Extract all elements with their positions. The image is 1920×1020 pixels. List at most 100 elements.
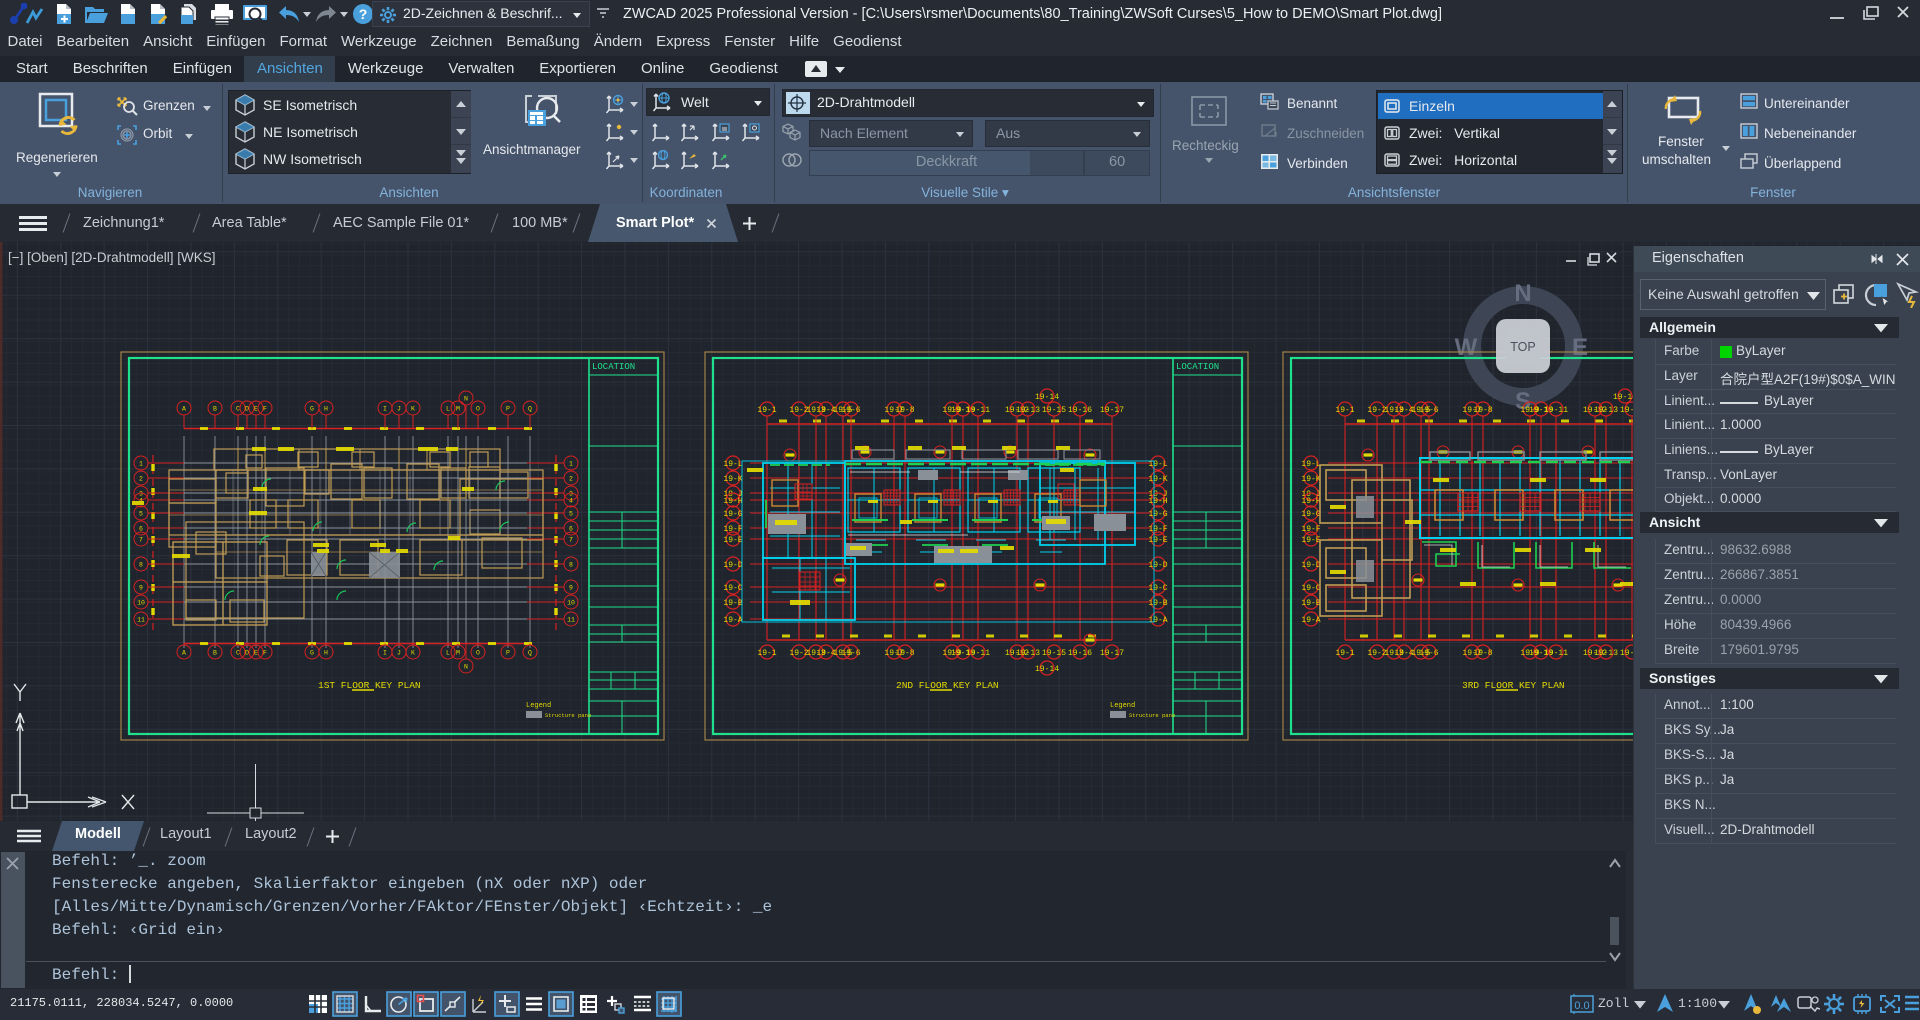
svg-text:19-G: 19-G (723, 510, 742, 519)
svg-text:C: C (236, 649, 240, 656)
svg-text:9: 9 (569, 584, 573, 591)
svg-text:8: 8 (569, 561, 573, 568)
svg-text:G: G (310, 405, 314, 412)
svg-text:19-1: 19-1 (757, 406, 776, 415)
svg-text:19-A: 19-A (1148, 616, 1167, 625)
svg-text:19-17: 19-17 (1100, 406, 1124, 415)
svg-text:LOCATION: LOCATION (592, 362, 635, 372)
svg-text:19-A: 19-A (1301, 616, 1320, 625)
svg-text:H: H (324, 405, 328, 412)
svg-text:Q: Q (528, 405, 532, 412)
svg-text:2: 2 (139, 475, 143, 482)
svg-text:19-G: 19-G (1148, 510, 1167, 519)
svg-text:A: A (182, 649, 186, 656)
svg-text:E: E (254, 405, 258, 412)
svg-text:19-6: 19-6 (841, 406, 860, 415)
svg-text:19-8: 19-8 (895, 406, 914, 415)
svg-text:Legend: Legend (526, 702, 551, 710)
svg-text:19-11: 19-11 (1544, 649, 1568, 658)
svg-text:19-C: 19-C (1301, 584, 1320, 593)
svg-text:K: K (411, 405, 415, 412)
svg-text:O: O (476, 649, 480, 656)
svg-text:11: 11 (567, 616, 575, 623)
svg-text:19-H: 19-H (1301, 497, 1320, 506)
svg-text:F: F (263, 649, 267, 656)
svg-text:19-G: 19-G (1301, 510, 1320, 519)
svg-text:19-8: 19-8 (1473, 649, 1492, 658)
svg-text:LOCATION: LOCATION (1176, 362, 1219, 372)
svg-text:L: L (446, 649, 450, 656)
svg-text:N: N (1514, 280, 1531, 307)
svg-text:7: 7 (139, 536, 143, 543)
svg-text:J: J (397, 405, 401, 412)
svg-text:19-6: 19-6 (1419, 406, 1438, 415)
svg-text:19-L: 19-L (723, 460, 742, 469)
svg-text:D: D (245, 649, 249, 656)
svg-text:19-E: 19-E (1301, 536, 1320, 545)
svg-text:19-D: 19-D (1301, 561, 1320, 570)
svg-text:H: H (324, 649, 328, 656)
svg-text:19-8: 19-8 (1473, 406, 1492, 415)
svg-text:0.0: 0.0 (1574, 1000, 1589, 1012)
svg-text:P: P (506, 649, 510, 656)
svg-text:19-E: 19-E (723, 536, 742, 545)
svg-text:19-8: 19-8 (895, 649, 914, 658)
svg-text:E: E (254, 649, 258, 656)
svg-text:Q: Q (528, 649, 532, 656)
svg-text:9: 9 (139, 584, 143, 591)
svg-text:I: I (383, 649, 387, 656)
svg-text:10: 10 (137, 599, 145, 606)
svg-text:C: C (236, 405, 240, 412)
svg-text:19-B: 19-B (1301, 599, 1320, 608)
svg-text:N: N (464, 663, 468, 670)
svg-text:19-11: 19-11 (966, 406, 990, 415)
svg-text:19-17: 19-17 (1100, 649, 1124, 658)
svg-text:8: 8 (139, 561, 143, 568)
svg-text:19-E: 19-E (1148, 536, 1167, 545)
svg-text:19-H: 19-H (1148, 497, 1167, 506)
svg-text:19-6: 19-6 (1419, 649, 1438, 658)
svg-text:Legend: Legend (1110, 702, 1135, 710)
svg-text:19-13: 19-13 (1594, 406, 1618, 415)
svg-text:A: A (182, 405, 186, 412)
svg-text:1: 1 (569, 460, 573, 467)
svg-text:Structure pane: Structure pane (545, 712, 591, 719)
svg-text:19-B: 19-B (1148, 599, 1167, 608)
svg-text:N: N (464, 395, 468, 402)
svg-text:D: D (245, 405, 249, 412)
svg-text:19-1: 19-1 (1335, 649, 1354, 658)
svg-text:[−] [Oben] [2D-Drahtmodell] [W: [−] [Oben] [2D-Drahtmodell] [WKS] (8, 250, 215, 265)
svg-text:19-11: 19-11 (1544, 406, 1568, 415)
svg-text:M: M (456, 405, 460, 412)
svg-text:1: 1 (139, 460, 143, 467)
svg-text:19-D: 19-D (1148, 561, 1167, 570)
svg-text:19-13: 19-13 (1016, 406, 1040, 415)
svg-text:B: B (213, 649, 217, 656)
svg-text:19-14: 19-14 (1035, 393, 1059, 402)
svg-text:19-K: 19-K (723, 475, 742, 484)
svg-text:6: 6 (569, 525, 573, 532)
svg-text:19-K: 19-K (1148, 475, 1167, 484)
svg-text:19-A: 19-A (723, 616, 742, 625)
svg-text:19-15: 19-15 (1042, 406, 1066, 415)
svg-text:19-6: 19-6 (841, 649, 860, 658)
svg-text:19-K: 19-K (1301, 475, 1320, 484)
svg-text:19-1: 19-1 (757, 649, 776, 658)
svg-text:19-13: 19-13 (1016, 649, 1040, 658)
svg-text:4: 4 (569, 497, 573, 504)
svg-text:10: 10 (567, 599, 575, 606)
svg-text:B: B (213, 405, 217, 412)
svg-text:19-16: 19-16 (1068, 649, 1092, 658)
svg-text:19-11: 19-11 (966, 649, 990, 658)
svg-text:19-1: 19-1 (1335, 406, 1354, 415)
svg-text:19-D: 19-D (723, 561, 742, 570)
svg-text:7: 7 (569, 536, 573, 543)
svg-text:G: G (310, 649, 314, 656)
svg-text:19-H: 19-H (723, 497, 742, 506)
svg-text:19-C: 19-C (723, 584, 742, 593)
svg-text:P: P (506, 405, 510, 412)
svg-text:19-13: 19-13 (1594, 649, 1618, 658)
svg-text:Structure pane: Structure pane (1129, 712, 1175, 719)
svg-text:19-16: 19-16 (1068, 406, 1092, 415)
svg-text:K: K (411, 649, 415, 656)
